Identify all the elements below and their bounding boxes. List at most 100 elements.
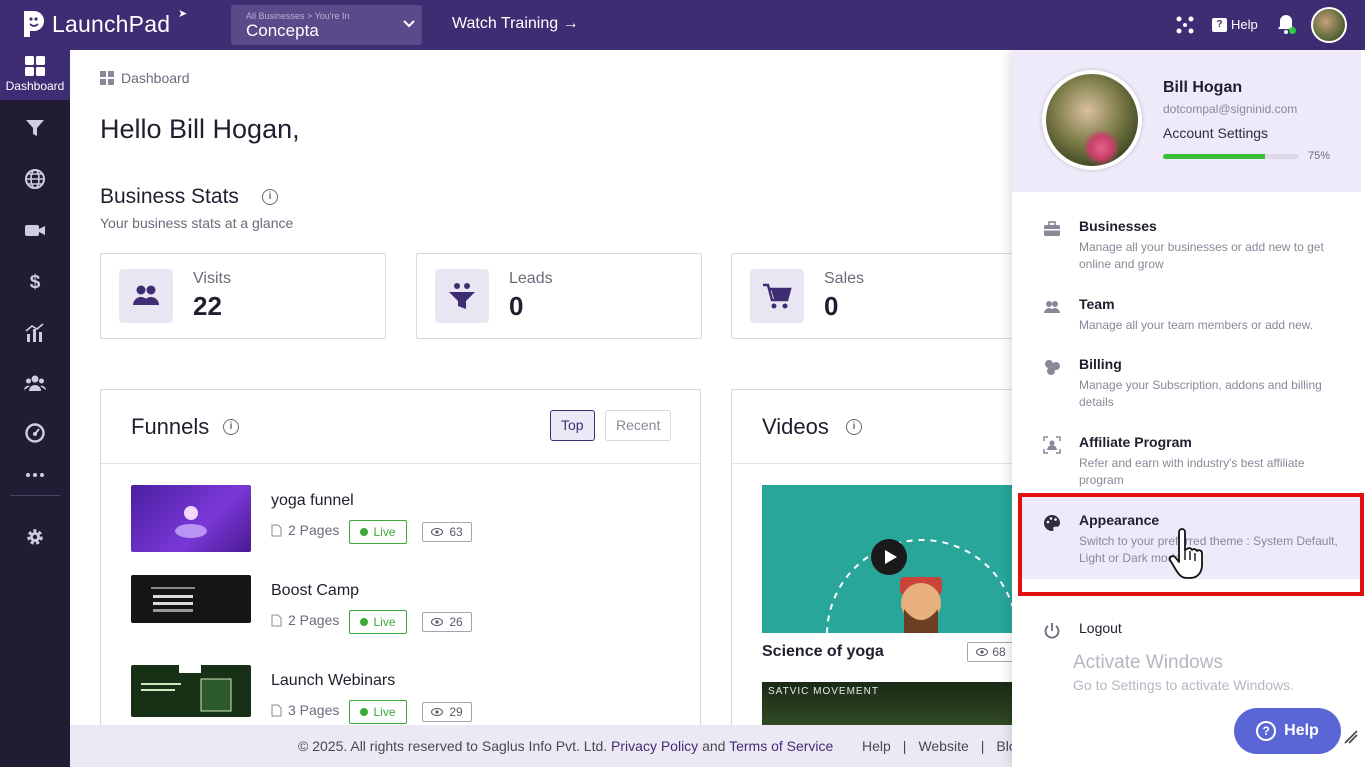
views-count: 68	[992, 645, 1006, 659]
live-dot	[360, 528, 369, 536]
menu-item-logout[interactable]: Logout	[1018, 620, 1361, 644]
stat-card-sales[interactable]: Sales 0	[731, 253, 1017, 339]
sidebar-item-more[interactable]	[0, 464, 70, 486]
funnel-thumbnail[interactable]	[131, 665, 251, 717]
sidebar-item-analytics[interactable]	[0, 322, 70, 344]
funnel-icon	[26, 120, 44, 136]
gauge-icon	[25, 423, 45, 443]
sidebar-item-reports[interactable]	[0, 422, 70, 444]
dashboard-icon	[100, 71, 114, 85]
live-dot	[360, 708, 369, 716]
stat-card-visits[interactable]: Visits 22	[100, 253, 386, 339]
video-thumbnail[interactable]: SATVIC MOVEMENT	[762, 682, 1020, 728]
play-button[interactable]	[871, 539, 907, 575]
play-icon	[885, 550, 897, 564]
sidebar-item-contacts[interactable]	[0, 372, 70, 394]
info-icon[interactable]: i	[223, 419, 239, 435]
apps-grid-icon[interactable]	[1176, 16, 1194, 34]
help-link[interactable]: ? Help	[1212, 17, 1258, 32]
menu-item-businesses[interactable]: Businesses Manage all your businesses or…	[1018, 218, 1361, 278]
menu-item-desc: Manage all your businesses or add new to…	[1079, 240, 1324, 271]
resize-handle-icon[interactable]	[1344, 726, 1358, 744]
stat-card-leads[interactable]: Leads 0	[416, 253, 702, 339]
menu-item-desc: Manage your Subscription, addons and bil…	[1079, 378, 1322, 409]
profile-avatar[interactable]	[1042, 70, 1142, 170]
video-thumbnail[interactable]	[762, 485, 1020, 633]
menu-item-title: Logout	[1079, 620, 1122, 636]
videos-panel: Videos i Science of yoga 68 SATVIC MOVEM…	[731, 389, 1021, 729]
page-icon	[271, 524, 282, 536]
analytics-icon	[25, 323, 44, 342]
profile-progress-fill	[1163, 154, 1265, 159]
funnel-row[interactable]: Boost Camp 2 Pages Live 26	[131, 575, 671, 643]
business-selector[interactable]: All Businesses > You're In Concepta	[231, 5, 422, 45]
video-caption: SATVIC MOVEMENT	[768, 686, 879, 697]
funnel-name[interactable]: Boost Camp	[271, 582, 359, 600]
page-icon	[271, 614, 282, 626]
video-title[interactable]: Science of yoga	[762, 643, 884, 661]
menu-item-title: Team	[1079, 296, 1115, 312]
pages-count: 2 Pages	[288, 612, 340, 628]
terms-link[interactable]: Terms of Service	[729, 738, 833, 754]
team-icon	[1044, 301, 1060, 313]
dashboard-icon	[25, 56, 45, 76]
menu-item-billing[interactable]: Billing Manage your Subscription, addons…	[1018, 356, 1361, 416]
funnel-pages: 2 Pages	[271, 522, 339, 538]
funnel-name[interactable]: Launch Webinars	[271, 672, 395, 690]
watch-training-link[interactable]: Watch Training →	[452, 15, 579, 33]
funnel-thumbnail[interactable]	[131, 485, 251, 552]
funnels-title: Funnels	[131, 414, 210, 439]
status-label: Live	[373, 525, 396, 539]
footer-help-link[interactable]: Help	[862, 738, 891, 754]
stats-subtitle: Your business stats at a glance	[100, 215, 294, 231]
funnel-row[interactable]: Launch Webinars 3 Pages Live 29	[131, 665, 671, 728]
tab-recent[interactable]: Recent	[605, 410, 672, 441]
live-dot	[360, 618, 369, 626]
stat-value: 22	[193, 291, 222, 321]
help-icon: ?	[1212, 17, 1227, 32]
launchpad-logo[interactable]: LaunchPad ➤	[22, 8, 187, 39]
page-title: Hello Bill Hogan,	[100, 114, 300, 144]
sidebar-item-settings[interactable]	[0, 526, 70, 548]
eye-icon	[976, 648, 989, 656]
user-avatar[interactable]	[1311, 7, 1347, 43]
chevron-down-icon	[403, 20, 415, 28]
sidebar-item-sales[interactable]: $	[0, 270, 70, 292]
tab-top[interactable]: Top	[550, 410, 595, 441]
footer-website-link[interactable]: Website	[918, 738, 968, 754]
views-count: 63	[449, 525, 463, 539]
info-icon[interactable]: i	[262, 189, 278, 205]
sidebar-item-funnels[interactable]	[0, 117, 70, 139]
views-count: 26	[449, 615, 463, 629]
funnel-thumbnail[interactable]	[131, 575, 251, 623]
menu-item-title: Businesses	[1079, 218, 1157, 234]
footer-copyright: © 2025. All rights reserved to Saglus In…	[298, 738, 833, 754]
activate-windows-watermark: Activate Windows Go to Settings to activ…	[1073, 652, 1294, 693]
privacy-policy-link[interactable]: Privacy Policy	[611, 738, 698, 754]
funnel-name[interactable]: yoga funnel	[271, 492, 354, 510]
funnel-pages: 2 Pages	[271, 612, 339, 628]
menu-item-team[interactable]: Team Manage all your team members or add…	[1018, 296, 1361, 336]
eye-icon	[431, 618, 444, 626]
funnel-row[interactable]: yoga funnel 2 Pages Live 63	[131, 485, 671, 553]
briefcase-icon	[1044, 221, 1060, 236]
profile-email: dotcompal@signinid.com	[1163, 102, 1298, 116]
footer-separator: |	[980, 738, 985, 754]
footer-separator: |	[902, 738, 907, 754]
leads-funnel-icon	[435, 269, 489, 323]
menu-item-affiliate[interactable]: Affiliate Program Refer and earn with in…	[1018, 434, 1361, 494]
breadcrumb-label[interactable]: Dashboard	[121, 70, 190, 86]
status-label: Live	[373, 705, 396, 719]
eye-icon	[431, 528, 444, 536]
account-settings-link[interactable]: Account Settings	[1163, 125, 1268, 141]
power-icon	[1044, 623, 1060, 639]
stats-title: Business Stats	[100, 185, 239, 208]
brand-name: LaunchPad	[52, 10, 171, 37]
sidebar-item-dashboard[interactable]: Dashboard	[0, 50, 70, 100]
sidebar-item-websites[interactable]	[0, 168, 70, 190]
help-fab-label: Help	[1284, 722, 1319, 739]
help-floating-button[interactable]: ? Help	[1234, 708, 1341, 754]
logo-mark-icon	[24, 11, 44, 37]
info-icon[interactable]: i	[846, 419, 862, 435]
sidebar-item-videos[interactable]	[0, 219, 70, 241]
